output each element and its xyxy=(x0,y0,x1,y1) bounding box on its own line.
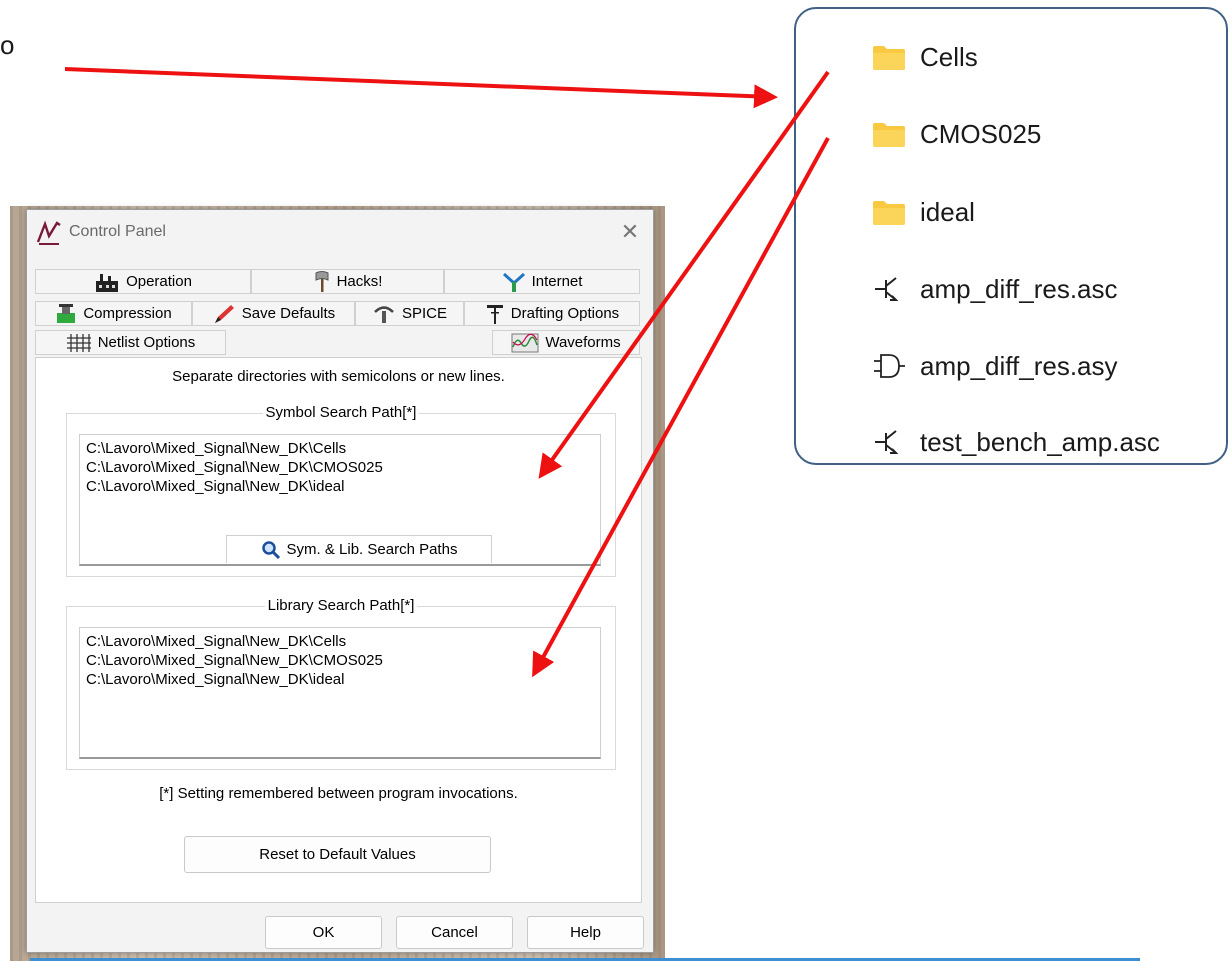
file-name: amp_diff_res.asc xyxy=(920,273,1118,304)
waveform-icon xyxy=(511,333,539,352)
ltspice-logo-icon xyxy=(36,220,61,245)
tab-hacks[interactable]: Hacks! xyxy=(251,269,444,294)
tab-compression[interactable]: Compression xyxy=(35,301,192,326)
tab-drafting-options[interactable]: Drafting Options xyxy=(464,301,640,326)
factory-icon xyxy=(96,273,119,292)
axe-icon xyxy=(315,270,329,292)
title-bar[interactable]: Control Panel ✕ xyxy=(27,210,653,256)
list-item[interactable]: ideal xyxy=(872,192,975,232)
window-title: Control Panel xyxy=(69,223,166,240)
edge-text: o xyxy=(0,30,15,60)
ok-button[interactable]: OK xyxy=(265,916,382,949)
network-icon xyxy=(502,272,525,292)
list-item[interactable]: CMOS025 xyxy=(872,114,1041,154)
folder-icon xyxy=(873,201,905,225)
folder-icon xyxy=(873,46,905,70)
separator-hint: Separate directories with semicolons or … xyxy=(172,368,505,385)
list-item[interactable]: Cells xyxy=(872,37,978,77)
tab-label: Netlist Options xyxy=(97,334,196,351)
tab-label: Operation xyxy=(126,273,192,290)
tab-waveforms[interactable]: Waveforms xyxy=(492,330,640,355)
file-name: CMOS025 xyxy=(920,118,1042,149)
tab-netlist-options[interactable]: Netlist Options xyxy=(35,330,226,355)
file-name: amp_diff_res.asy xyxy=(920,350,1118,381)
tab-label: Hacks! xyxy=(336,273,383,290)
grid-icon xyxy=(66,333,91,352)
tab-label: Save Defaults xyxy=(241,305,336,322)
drafting-icon xyxy=(486,304,503,324)
library-search-label: Library Search Path[*] xyxy=(264,597,418,614)
arrow-to-explorer xyxy=(64,67,778,109)
tab-label: SPICE xyxy=(401,305,447,322)
tab-label: Compression xyxy=(83,305,172,322)
cancel-button[interactable]: Cancel xyxy=(396,916,513,949)
help-button[interactable]: Help xyxy=(527,916,644,949)
close-icon: ✕ xyxy=(620,220,640,245)
list-item[interactable]: amp_diff_res.asc xyxy=(872,269,1118,309)
tab-label: Internet xyxy=(531,273,583,290)
list-item[interactable]: test_bench_amp.asc xyxy=(872,422,1160,462)
list-item[interactable]: amp_diff_res.asy xyxy=(872,346,1118,386)
reset-defaults-button[interactable]: Reset to Default Values xyxy=(184,836,491,873)
tab-internet[interactable]: Internet xyxy=(444,269,640,294)
tab-label: Waveforms xyxy=(545,334,621,351)
symbol-icon xyxy=(874,354,905,378)
file-name: Cells xyxy=(920,41,978,72)
tab-label: Sym. & Lib. Search Paths xyxy=(286,541,458,558)
control-panel-window: Control Panel ✕ Operation Hacks! Interne… xyxy=(26,209,654,953)
pencil-icon xyxy=(214,304,234,323)
close-button[interactable]: ✕ xyxy=(615,218,645,248)
schematic-icon xyxy=(875,277,899,301)
tab-label: Drafting Options xyxy=(510,305,620,322)
library-search-path-field[interactable]: C:\Lavoro\Mixed_Signal\New_DK\Cells C:\L… xyxy=(79,627,601,759)
tab-spice[interactable]: SPICE xyxy=(355,301,464,326)
file-explorer-callout: Cells CMOS025 ideal amp_diff_res.asc amp… xyxy=(794,7,1228,465)
spice-icon xyxy=(374,305,394,323)
tab-save-defaults[interactable]: Save Defaults xyxy=(192,301,355,326)
library-search-group: Library Search Path[*] C:\Lavoro\Mixed_S… xyxy=(66,597,616,770)
persistence-note: [*] Setting remembered between program i… xyxy=(159,785,518,802)
tab-sym-lib-search-paths[interactable]: Sym. & Lib. Search Paths xyxy=(226,535,492,563)
compressor-icon xyxy=(57,303,76,323)
file-name: ideal xyxy=(920,196,975,227)
folder-icon xyxy=(873,123,905,147)
schematic-icon xyxy=(875,430,899,454)
tab-operation[interactable]: Operation xyxy=(35,269,251,294)
symbol-search-label: Symbol Search Path[*] xyxy=(262,404,420,421)
tab-content: Separate directories with semicolons or … xyxy=(35,357,642,903)
file-name: test_bench_amp.asc xyxy=(920,426,1160,457)
magnifier-icon xyxy=(261,540,280,559)
